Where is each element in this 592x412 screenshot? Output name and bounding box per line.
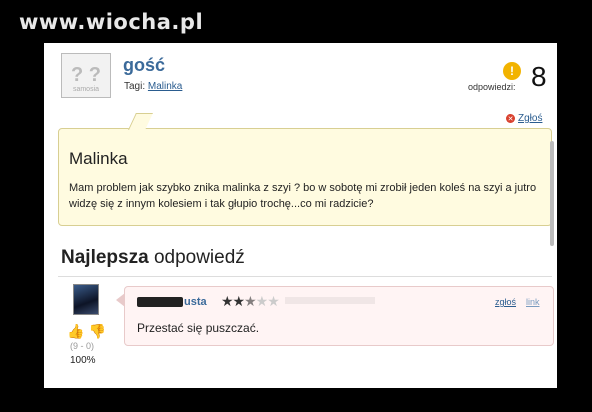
thumbs-down-icon[interactable]: 👎 xyxy=(88,323,105,340)
rating-stars: ★★★★★ xyxy=(221,293,280,309)
user-avatar[interactable]: ? ? samosia xyxy=(61,53,111,98)
best-heading-bold: Najlepsza xyxy=(61,247,149,268)
site-watermark: www.wiocha.pl xyxy=(19,10,204,34)
answerer-name[interactable]: usta xyxy=(137,296,207,308)
thumbs-up-icon[interactable]: 👍 xyxy=(67,323,84,340)
answer-permalink[interactable]: link xyxy=(526,297,540,307)
blurred-info xyxy=(285,297,375,304)
answerer-avatar[interactable] xyxy=(73,284,99,315)
report-icon: ✕ xyxy=(506,114,515,123)
tag-link[interactable]: Malinka xyxy=(148,81,182,92)
question-mark-icon: ? ? xyxy=(71,64,101,86)
tags-line: Tagi: Malinka xyxy=(124,81,182,92)
qa-panel: ? ? samosia gość Tagi: Malinka ! odpowie… xyxy=(44,43,557,388)
report-answer-link[interactable]: zgłoś xyxy=(495,297,516,307)
question-title: Malinka xyxy=(69,149,128,168)
report-question-button[interactable]: ✕ Zgłoś xyxy=(506,113,542,124)
scrollbar[interactable] xyxy=(550,141,554,246)
answer-text: Przestać się puszczać. xyxy=(137,321,260,335)
answers-icon: ! xyxy=(503,62,521,80)
best-answer-heading: Najlepsza odpowiedź xyxy=(61,247,245,269)
answers-count: 8 xyxy=(531,61,547,92)
vote-buttons: 👍 👎 xyxy=(67,323,106,340)
report-label: Zgłoś xyxy=(518,113,543,124)
question-box: Malinka Mam problem jak szybko znika mal… xyxy=(58,128,552,226)
divider xyxy=(58,276,552,277)
answer-box: usta ★★★★★ zgłoś link Przestać się puszc… xyxy=(124,286,554,346)
answerer-name-text: usta xyxy=(184,296,207,308)
best-heading-rest: odpowiedź xyxy=(153,247,245,268)
question-author[interactable]: gość xyxy=(123,55,165,76)
censored-name xyxy=(137,297,183,308)
answers-label: odpowiedzi: xyxy=(468,82,516,92)
question-text: Mam problem jak szybko znika malinka z s… xyxy=(69,182,537,210)
vote-count: (9 - 0) xyxy=(70,341,95,351)
vote-percent: 100% xyxy=(70,355,96,366)
tags-label: Tagi: xyxy=(124,81,146,92)
avatar-caption: samosia xyxy=(72,86,100,93)
